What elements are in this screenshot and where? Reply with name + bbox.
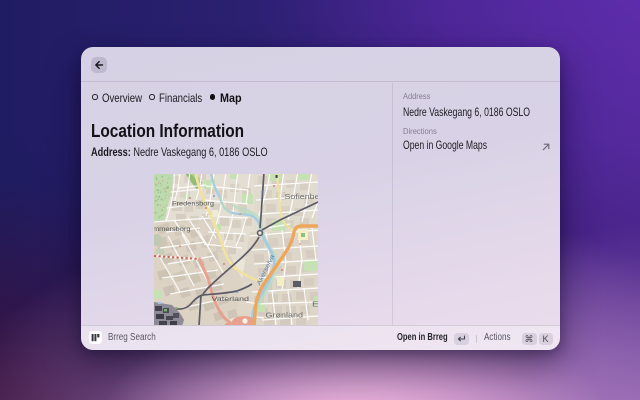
svg-text:Fredensborg: Fredensborg — [172, 201, 215, 208]
svg-text:mmersborg: mmersborg — [154, 226, 191, 233]
svg-text:En: En — [312, 300, 318, 309]
svg-text:Sofienber: Sofienber — [285, 192, 319, 201]
svg-text:Grønland: Grønland — [266, 311, 304, 320]
svg-text:Vaterland: Vaterland — [212, 296, 250, 303]
